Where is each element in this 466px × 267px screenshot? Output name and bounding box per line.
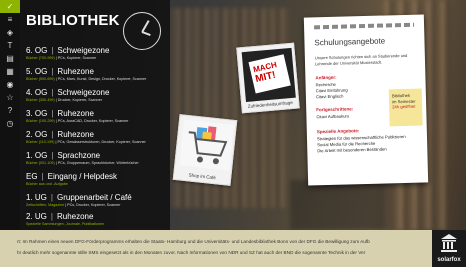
floor-collection: Bücher (500-699) <box>26 77 55 81</box>
floor-level: 4. OG <box>26 88 48 97</box>
floor-facilities: | Drucker, Kopierer, Scanner <box>54 98 102 102</box>
ticker-line: hr deutlich mehr sogenannte stille SMS e… <box>17 250 366 255</box>
survey-tile[interactable]: MACH MIT! Zufriedenheitsumfrage <box>236 42 300 114</box>
course-item: Die Arbeit mit besonderen Beständen <box>317 146 387 154</box>
floor-level: EG <box>26 172 38 181</box>
logo-text: solarfox <box>437 257 461 263</box>
floor-level: 2. UG <box>26 212 47 221</box>
floor-item: 1. OG | Sprachzone Bücher (001-109) | PCs,… <box>26 151 139 165</box>
floor-zone: Ruhezone <box>57 67 94 76</box>
signage-screen: ✓ ≡ ◈ T ▤ ▦ ◉ ☆ ? ◷ BIBLIOTHEK 6. OG | Sch… <box>0 0 466 267</box>
floor-level: 1. UG <box>26 193 47 202</box>
brand-logo: solarfox <box>432 230 466 267</box>
floor-facilities: | PCs, AuraCAD, Drucker, Kopierer, Scann… <box>54 119 129 123</box>
check-icon[interactable]: ✓ <box>0 0 20 13</box>
eye-icon[interactable]: ◉ <box>0 78 20 91</box>
image-icon[interactable]: ▤ <box>0 52 20 65</box>
news-ticker: rt: Im Rahmen eines neuen DFG-Förderprog… <box>0 230 432 267</box>
sheet-divider <box>314 22 415 30</box>
ticker-line: rt: Im Rahmen eines neuen DFG-Förderprog… <box>17 239 370 244</box>
section-heading: Fortgeschrittene: <box>316 106 354 113</box>
section-heading: Spezielle Angebote: <box>316 128 360 135</box>
floor-zone: Eingang / Helpdesk <box>47 172 118 181</box>
sheet-intro: Unsere Schulungen richten sich an Studie… <box>314 52 408 66</box>
course-item: Citavi Aufbaukurs <box>316 113 350 120</box>
floor-level: 3. OG <box>26 109 48 118</box>
course-item: Citavi Englisch <box>315 93 344 100</box>
text-icon[interactable]: T <box>0 39 20 52</box>
list-icon[interactable]: ≡ <box>0 13 20 26</box>
clock-icon <box>123 12 161 50</box>
library-building-icon <box>441 234 457 252</box>
floor-facilities: | PCs, Gruppenraum, Sprachbücher, Wörter… <box>54 161 139 165</box>
floor-item: 1. UG | Gruppenarbeit / Café Zeitschriften… <box>26 193 132 207</box>
floor-zone: Schweigezone <box>57 46 110 55</box>
layers-icon[interactable]: ◈ <box>0 26 20 39</box>
floor-zone: Ruhezone <box>56 212 94 221</box>
floor-zone: Sprachzone <box>57 151 101 160</box>
floor-collection: Zeitschriften, Magazine <box>26 203 65 207</box>
floor-facilities: | PCs, Mars, Kunst, Design, Drucker, Kop… <box>54 77 147 81</box>
calendar-icon[interactable]: ▦ <box>0 65 20 78</box>
floor-collection: Bücher (100-299) <box>26 119 55 123</box>
floor-item: 6. OG | Schweigezone Bücher (700-999) | PC… <box>26 46 110 60</box>
course-item: Recherche <box>315 81 336 88</box>
survey-image: MACH MIT! <box>241 47 296 103</box>
opening-hours-note: Bibliothek im Semester 24h geöffnet <box>388 88 423 127</box>
shop-caption: Shop im Café <box>188 172 217 181</box>
floor-zone: Schweigezone <box>57 88 110 97</box>
floor-facilities: | PCs, Gewässerstrukturen, Drucker, Kopi… <box>54 140 146 144</box>
shopping-cart-icon <box>179 119 234 171</box>
floor-item: EG | Eingang / Helpdesk Bücher aus und -Au… <box>26 172 118 186</box>
directory-title: BIBLIOTHEK <box>26 12 120 29</box>
floor-level: 6. OG <box>26 46 48 55</box>
floor-directory: BIBLIOTHEK 6. OG | Schweigezone Bücher (70… <box>20 0 170 230</box>
floor-zone: Ruhezone <box>57 109 94 118</box>
floor-level: 2. OG <box>26 130 48 139</box>
icon-toolbar: ✓ ≡ ◈ T ▤ ▦ ◉ ☆ ? ◷ <box>0 0 20 230</box>
floor-level: 1. OG <box>26 151 48 160</box>
shop-tile[interactable]: Shop im Café <box>172 114 238 186</box>
floor-level: 5. OG <box>26 67 48 76</box>
background-table <box>290 180 390 230</box>
floor-collection: Bücher (001-109) <box>26 161 55 165</box>
floor-facilities: | PCs, Drucker, Kopierer, Scanner <box>64 203 121 207</box>
floor-collection: Bücher (110-199) <box>26 140 55 144</box>
floor-item: 4. OG | Schweigezone Bücher (300-499) | Dr… <box>26 88 110 102</box>
floor-collection: Bücher (300-499) <box>26 98 55 102</box>
floor-facilities: | PCs, Kopierer, Scanner <box>54 56 97 60</box>
floor-collection: Bücher (700-999) <box>26 56 55 60</box>
course-item: Citavi Einführung <box>315 87 348 94</box>
star-icon[interactable]: ☆ <box>0 91 20 104</box>
floor-collection: Bücher aus und -Aufgabe <box>26 182 68 186</box>
floor-item: 2. UG | Ruhezone Spezielle Sammlungen, Jou… <box>26 212 105 226</box>
floor-item: 5. OG | Ruhezone Bücher (500-699) | PCs, M… <box>26 67 147 81</box>
sheet-title: Schulungsangebote <box>314 36 386 48</box>
training-sheet: Schulungsangebote Unsere Schulungen rich… <box>303 14 429 186</box>
floor-collection: Spezielle Sammlungen, Journale, Publikat… <box>26 222 105 226</box>
section-heading: Anfänger: <box>315 74 337 81</box>
floor-item: 2. OG | Ruhezone Bücher (110-199) | PCs, G… <box>26 130 146 144</box>
help-icon[interactable]: ? <box>0 104 20 117</box>
floor-item: 3. OG | Ruhezone Bücher (100-299) | PCs, A… <box>26 109 129 123</box>
clock-icon[interactable]: ◷ <box>0 117 20 130</box>
note-line: 24h geöffnet <box>392 103 416 110</box>
floor-zone: Gruppenarbeit / Café <box>56 193 132 202</box>
floor-zone: Ruhezone <box>57 130 94 139</box>
